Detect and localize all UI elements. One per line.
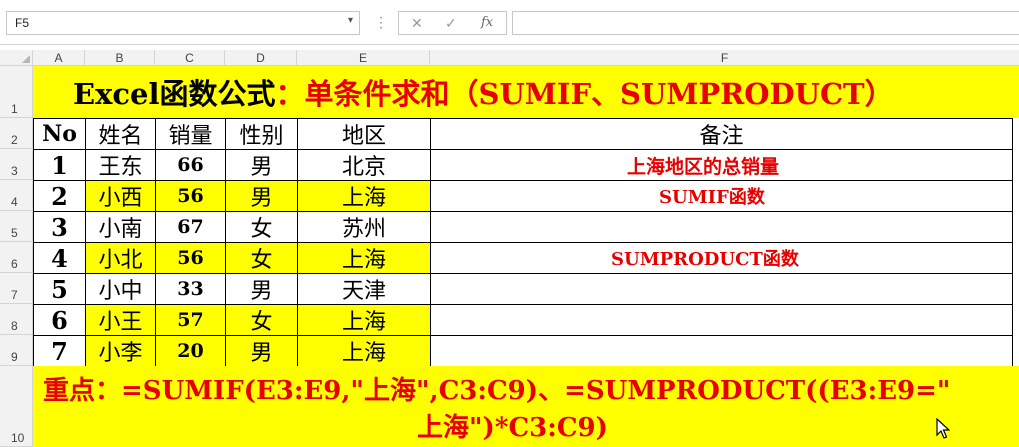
row-header-2[interactable]: 2 [0, 118, 33, 149]
cell-region[interactable]: 北京 [297, 149, 431, 181]
cell-no[interactable]: 3 [33, 211, 86, 243]
cell-gender[interactable]: 女 [225, 242, 298, 274]
key-point-label: 重点： [43, 376, 122, 406]
title-prefix: Excel函数公式 [73, 77, 276, 111]
title-main: 单条件求和（SUMIF、SUMPRODUCT） [304, 77, 894, 111]
cell-region[interactable]: 苏州 [297, 211, 431, 243]
key-point-formula-1: =SUMIF(E3:E9,"上海",C3:C9)、=SUMPRODUCT((E3… [121, 376, 951, 406]
row-number: 1 [11, 102, 18, 116]
cell-name[interactable]: 小西 [85, 180, 156, 212]
key-point-line1: 重点：=SUMIF(E3:E9,"上海",C3:C9)、=SUMPRODUCT(… [43, 370, 950, 407]
insert-function-icon[interactable]: fx [481, 15, 493, 30]
cell-name[interactable]: 小中 [85, 273, 156, 305]
cell-note[interactable]: SUMPRODUCT函数 [430, 242, 1013, 274]
cell-name[interactable]: 小李 [85, 335, 156, 367]
title-cell[interactable]: Excel函数公式：单条件求和（SUMIF、SUMPRODUCT） [33, 66, 1019, 118]
key-point-formula-2: 上海")*C3:C9) [417, 413, 608, 443]
cell-region[interactable]: 上海 [297, 242, 431, 274]
more-options-icon[interactable]: ⋮ [374, 14, 388, 31]
row-header-8[interactable]: 8 [0, 304, 33, 335]
cell-note[interactable]: 上海地区的总销量 [430, 149, 1013, 181]
select-all-corner[interactable] [0, 50, 33, 66]
cell-note[interactable] [430, 211, 1013, 243]
mouse-cursor-icon [936, 418, 950, 439]
cell-gender[interactable]: 男 [225, 273, 298, 305]
formula-bar: F5 ▾ ⋮ ✕ ✓ fx [0, 0, 1019, 45]
cell-no[interactable]: 4 [33, 242, 86, 274]
cell-no[interactable]: 5 [33, 273, 86, 305]
row-header-4[interactable]: 4 [0, 180, 33, 211]
cell-region[interactable]: 上海 [297, 180, 431, 212]
row-number: 6 [11, 257, 18, 271]
row-header-7[interactable]: 7 [0, 273, 33, 304]
enter-icon[interactable]: ✓ [445, 15, 457, 32]
header-cell-note[interactable]: 备注 [430, 118, 1013, 150]
cell-sales[interactable]: 56 [155, 180, 226, 212]
cell-no[interactable]: 1 [33, 149, 86, 181]
key-point-cell[interactable]: 重点：=SUMIF(E3:E9,"上海",C3:C9)、=SUMPRODUCT(… [33, 366, 1019, 447]
formula-input[interactable] [512, 11, 1019, 35]
row-header-5[interactable]: 5 [0, 211, 33, 242]
cell-sales[interactable]: 56 [155, 242, 226, 274]
row-number: 10 [11, 431, 25, 445]
chevron-down-icon[interactable]: ▾ [348, 15, 353, 26]
column-header-e[interactable]: E [297, 50, 430, 66]
row-number: 7 [11, 288, 18, 302]
cell-sales[interactable]: 33 [155, 273, 226, 305]
cell-name[interactable]: 王东 [85, 149, 156, 181]
cell-note[interactable]: SUMIF函数 [430, 180, 1013, 212]
cell-note[interactable] [430, 273, 1013, 305]
row-header-6[interactable]: 6 [0, 242, 33, 273]
cell-name[interactable]: 小北 [85, 242, 156, 274]
header-cell-no[interactable]: No [33, 118, 86, 150]
cell-sales[interactable]: 66 [155, 149, 226, 181]
row-header-3[interactable]: 3 [0, 149, 33, 180]
cell-region[interactable]: 上海 [297, 335, 431, 367]
cell-no[interactable]: 2 [33, 180, 86, 212]
cell-name[interactable]: 小王 [85, 304, 156, 336]
row-number: 8 [11, 319, 18, 333]
row-number: 5 [11, 226, 18, 240]
row-number: 4 [11, 195, 18, 209]
cell-no[interactable]: 7 [33, 335, 86, 367]
cell-note[interactable] [430, 335, 1013, 367]
title-colon: ： [275, 77, 305, 111]
cell-gender[interactable]: 女 [225, 304, 298, 336]
formula-buttons: ✕ ✓ fx [398, 11, 507, 35]
cell-name[interactable]: 小南 [85, 211, 156, 243]
cell-gender[interactable]: 女 [225, 211, 298, 243]
row-number: 9 [11, 350, 18, 364]
column-header-f[interactable]: F [430, 50, 1019, 66]
header-cell-gender[interactable]: 性别 [225, 118, 298, 150]
column-header-b[interactable]: B [85, 50, 155, 66]
name-box[interactable]: F5 ▾ [6, 11, 360, 35]
cell-region[interactable]: 上海 [297, 304, 431, 336]
name-box-value: F5 [15, 16, 30, 30]
cell-gender[interactable]: 男 [225, 180, 298, 212]
column-header-a[interactable]: A [33, 50, 85, 66]
column-header-c[interactable]: C [155, 50, 225, 66]
cell-gender[interactable]: 男 [225, 149, 298, 181]
cell-no[interactable]: 6 [33, 304, 86, 336]
header-cell-name[interactable]: 姓名 [85, 118, 156, 150]
cell-region[interactable]: 天津 [297, 273, 431, 305]
cell-sales[interactable]: 57 [155, 304, 226, 336]
column-header-d[interactable]: D [225, 50, 297, 66]
cell-note[interactable] [430, 304, 1013, 336]
row-header-1[interactable]: 1 [0, 66, 33, 118]
row-number: 3 [11, 164, 18, 178]
header-cell-region[interactable]: 地区 [297, 118, 431, 150]
row-number: 2 [11, 133, 18, 147]
cell-sales[interactable]: 20 [155, 335, 226, 367]
cell-gender[interactable]: 男 [225, 335, 298, 367]
cancel-icon[interactable]: ✕ [411, 15, 423, 32]
row-header-9[interactable]: 9 [0, 335, 33, 366]
header-cell-sales[interactable]: 销量 [155, 118, 226, 150]
row-header-10[interactable]: 10 [0, 366, 33, 447]
cell-sales[interactable]: 67 [155, 211, 226, 243]
